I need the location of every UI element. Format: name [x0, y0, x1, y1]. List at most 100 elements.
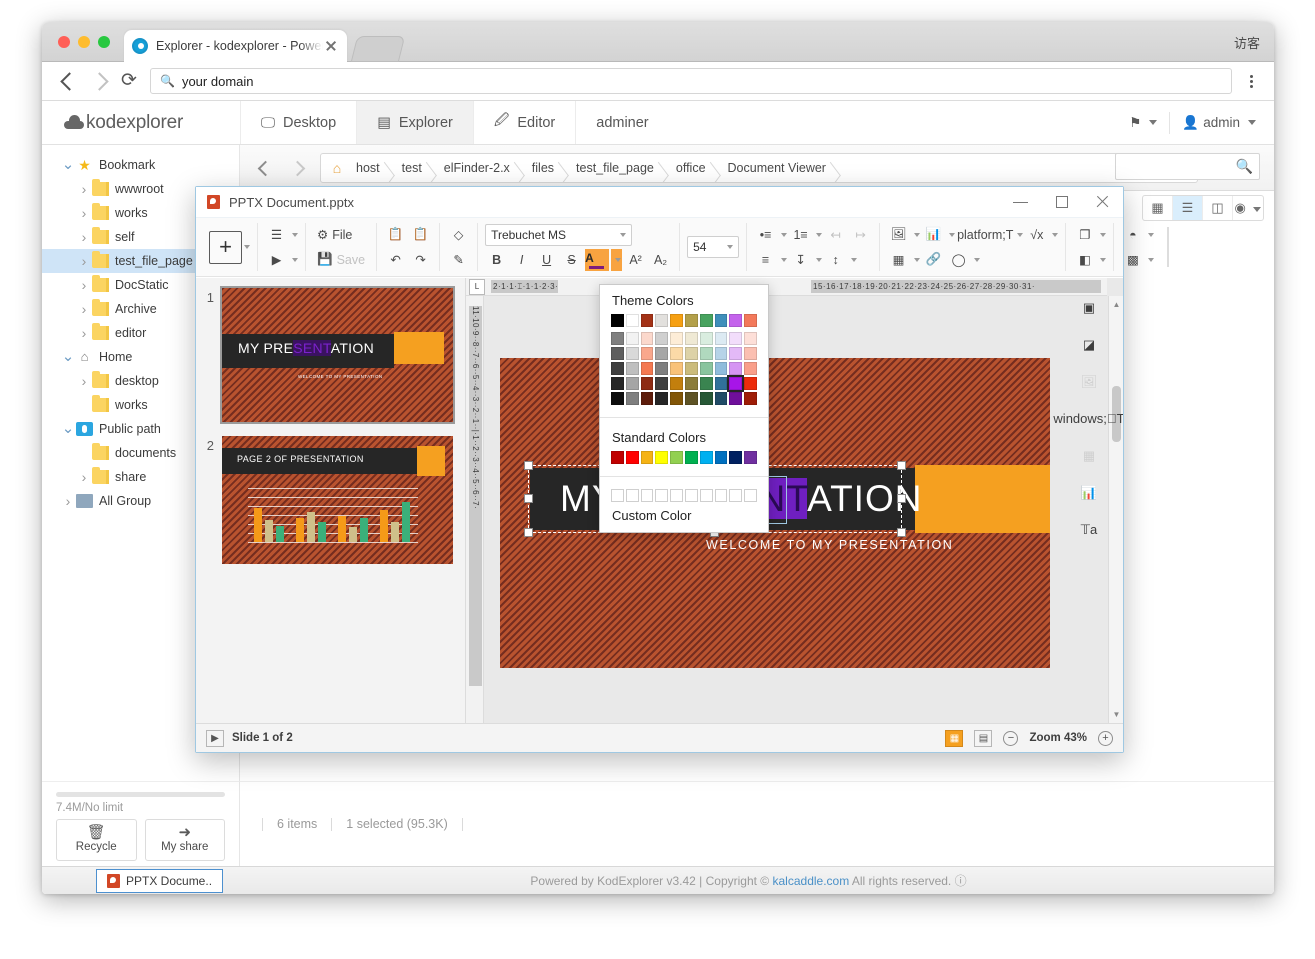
- insert-chart-icon[interactable]: 📊: [922, 224, 945, 246]
- resize-handle-e[interactable]: [897, 494, 906, 503]
- color-swatch[interactable]: [744, 314, 757, 327]
- color-swatch[interactable]: [685, 362, 698, 375]
- nav-tab-adminer[interactable]: adminer: [575, 101, 668, 144]
- info-icon[interactable]: ⓘ: [955, 874, 967, 888]
- chevron-right-icon[interactable]: ›: [76, 229, 92, 245]
- align-icon[interactable]: ≡: [754, 249, 777, 271]
- color-swatch[interactable]: [655, 314, 668, 327]
- chevron-down-icon[interactable]: [851, 258, 857, 262]
- slide-preview[interactable]: PAGE 2 OF PRESENTATION: [222, 436, 453, 564]
- insert-equation-icon[interactable]: √x: [1025, 224, 1048, 246]
- window-maximize-dot[interactable]: [98, 36, 110, 48]
- chevron-down-icon[interactable]: [949, 233, 955, 237]
- copy-icon[interactable]: 📋: [384, 224, 407, 246]
- color-swatch[interactable]: [611, 451, 624, 464]
- format-painter-icon[interactable]: ✎: [447, 249, 470, 271]
- recent-color-slot[interactable]: [670, 489, 683, 502]
- add-slide-button[interactable]: +: [209, 231, 242, 264]
- color-swatch[interactable]: [715, 451, 728, 464]
- color-swatch[interactable]: [611, 347, 624, 360]
- align-objects-icon[interactable]: ◧: [1073, 249, 1096, 271]
- color-swatch[interactable]: [729, 451, 742, 464]
- bold-button[interactable]: B: [485, 249, 508, 271]
- color-swatch[interactable]: [670, 332, 683, 345]
- theme-colors-grid[interactable]: [600, 312, 768, 413]
- chevron-down-icon[interactable]: [974, 258, 980, 262]
- color-swatch[interactable]: [700, 451, 713, 464]
- color-swatch[interactable]: [626, 332, 639, 345]
- color-swatch[interactable]: [700, 347, 713, 360]
- insert-textbox-icon[interactable]: platform;T: [957, 224, 1013, 246]
- text-art-icon[interactable]: 𝕋a: [1080, 520, 1099, 539]
- chevron-down-icon[interactable]: [781, 233, 787, 237]
- color-swatch[interactable]: [715, 377, 728, 390]
- color-swatch[interactable]: [641, 451, 654, 464]
- pptx-maximize-button[interactable]: [1041, 187, 1082, 217]
- recent-color-slot[interactable]: [626, 489, 639, 502]
- browser-tab[interactable]: Explorer - kodexplorer - Power: [124, 30, 347, 62]
- window-minimize-dot[interactable]: [78, 36, 90, 48]
- list-view-icon[interactable]: ☰: [1173, 196, 1203, 220]
- color-swatch[interactable]: [729, 377, 742, 390]
- chevron-right-icon[interactable]: ›: [76, 205, 92, 221]
- color-swatch[interactable]: [655, 451, 668, 464]
- chevron-right-icon[interactable]: ›: [76, 325, 92, 341]
- color-swatch[interactable]: [744, 377, 757, 390]
- color-swatch[interactable]: [685, 451, 698, 464]
- search-input[interactable]: 🔍: [1115, 153, 1260, 180]
- browser-menu-icon[interactable]: [1240, 68, 1262, 94]
- chevron-down-icon[interactable]: [781, 258, 787, 262]
- color-swatch[interactable]: [700, 362, 713, 375]
- strikethrough-button[interactable]: S: [560, 249, 583, 271]
- breadcrumb-item[interactable]: test_file_page: [567, 161, 667, 175]
- numbered-list-icon[interactable]: 1≡: [789, 224, 812, 246]
- slideshow-icon[interactable]: ▶: [265, 249, 288, 271]
- color-swatch[interactable]: [626, 451, 639, 464]
- color-swatch[interactable]: [626, 314, 639, 327]
- home-icon[interactable]: ⌂: [327, 160, 347, 176]
- color-swatch[interactable]: [655, 392, 668, 405]
- color-swatch[interactable]: [729, 392, 742, 405]
- file-button[interactable]: ⚙File: [313, 224, 356, 246]
- subscript-button[interactable]: A₂: [649, 249, 672, 271]
- zoom-in-button[interactable]: +: [1098, 731, 1113, 746]
- color-swatch[interactable]: [611, 392, 624, 405]
- resize-handle-nw[interactable]: [524, 461, 533, 470]
- nav-tab-desktop[interactable]: 🖵 Desktop: [240, 101, 356, 144]
- breadcrumb-item[interactable]: elFinder-2.x: [435, 161, 523, 175]
- user-label[interactable]: admin: [1203, 115, 1240, 130]
- line-spacing-icon[interactable]: ↧: [789, 249, 812, 271]
- chevron-down-icon[interactable]: [914, 258, 920, 262]
- layout-icon[interactable]: ▩: [1121, 249, 1144, 271]
- color-swatch[interactable]: [685, 314, 698, 327]
- present-icon[interactable]: ▶: [206, 730, 224, 747]
- zoom-out-button[interactable]: −: [1003, 731, 1018, 746]
- color-swatch[interactable]: [670, 451, 683, 464]
- color-swatch[interactable]: [611, 377, 624, 390]
- chevron-right-icon[interactable]: ›: [60, 493, 76, 509]
- pptx-close-button[interactable]: [1082, 187, 1123, 217]
- save-button[interactable]: 💾Save: [313, 249, 369, 271]
- insert-link-icon[interactable]: 🔗: [922, 249, 945, 271]
- grid-view-icon[interactable]: ▦: [1143, 196, 1173, 220]
- chevron-down-icon[interactable]: [1148, 258, 1154, 262]
- color-swatch[interactable]: [744, 392, 757, 405]
- scroll-up-icon[interactable]: ▲: [1112, 300, 1121, 309]
- paste-icon[interactable]: 📋: [409, 224, 432, 246]
- window-close-dot[interactable]: [58, 36, 70, 48]
- vertical-align-icon[interactable]: ↕: [824, 249, 847, 271]
- color-swatch[interactable]: [670, 362, 683, 375]
- slide-canvas[interactable]: MY PRESENTATION WELCOME TO MY PRESENTATI…: [500, 358, 1050, 668]
- recycle-button[interactable]: 🗑 Recycle: [56, 819, 137, 861]
- color-swatch[interactable]: [729, 314, 742, 327]
- color-swatch[interactable]: [715, 392, 728, 405]
- underline-button[interactable]: U: [535, 249, 558, 271]
- quick-style-preview[interactable]: [1167, 227, 1169, 267]
- footer-link[interactable]: kalcaddle.com: [773, 874, 850, 888]
- color-swatch[interactable]: [641, 362, 654, 375]
- breadcrumb-item[interactable]: test: [393, 161, 435, 175]
- nav-prev-button[interactable]: [248, 153, 280, 183]
- tab-close-icon[interactable]: [323, 38, 339, 54]
- resize-handle-se[interactable]: [897, 528, 906, 537]
- chevron-down-icon[interactable]: [816, 233, 822, 237]
